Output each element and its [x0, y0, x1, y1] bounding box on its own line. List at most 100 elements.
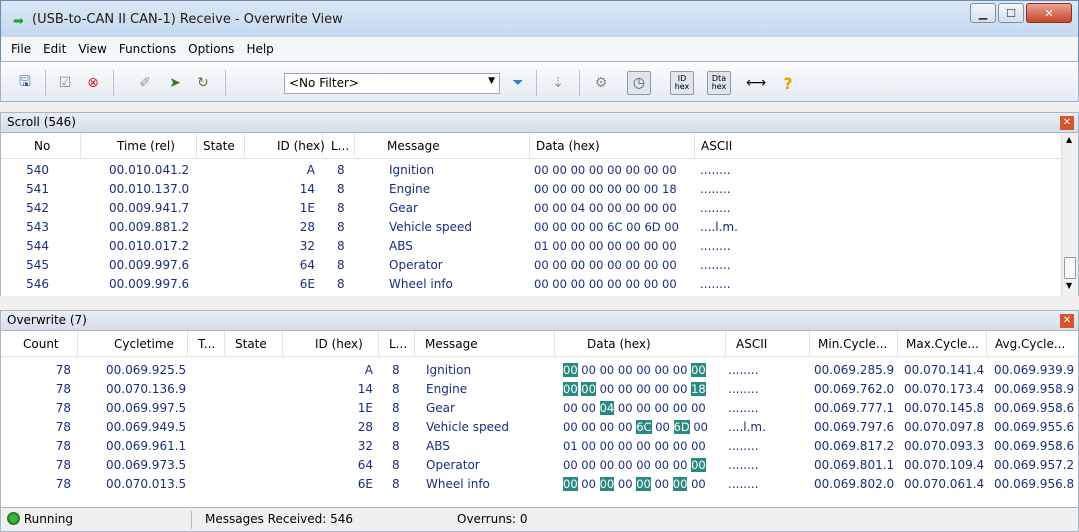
cell-data: 01 00 00 00 00 00 00 00 [563, 437, 706, 456]
checkmark-icon[interactable]: ☑ [53, 71, 77, 95]
cell-time: 00.010.017.2 [109, 239, 190, 253]
scroll-thumb[interactable] [1064, 257, 1076, 279]
cell-len: 8 [392, 420, 400, 434]
table-row[interactable]: 78 00.070.013.5 6E 8 Wheel info........ 00.06… [1, 475, 1078, 494]
cell-len: 8 [337, 258, 345, 272]
table-row[interactable]: 78 00.069.925.5 A 8 Ignition........ 00.069.2… [1, 361, 1078, 380]
col-time[interactable]: Time (rel) [81, 133, 197, 159]
col-ascii[interactable]: ASCII [695, 133, 1061, 159]
col-min-cycle[interactable]: Min.Cycle... [810, 331, 898, 357]
gear-icon[interactable]: ⚙ [589, 71, 613, 95]
table-row[interactable]: 545 00.009.997.6 64 8 Operator 00 00 00 00 00… [1, 256, 1078, 275]
col-avg-cycle[interactable]: Avg.Cycle... [987, 331, 1078, 357]
cell-no: 543 [26, 220, 49, 234]
col-count[interactable]: Count [1, 331, 78, 357]
table-row[interactable]: 78 00.069.973.5 64 8 Operator........ 00.069.… [1, 456, 1078, 475]
clock-icon[interactable]: ◷ [627, 71, 651, 95]
scroll-down-arrow-icon[interactable]: ▼ [1066, 281, 1072, 290]
id-hex-label: ID hex [674, 74, 690, 91]
cell-data: 00 00 00 00 6C 00 6D 00 [563, 418, 708, 437]
col-len[interactable]: L... [379, 331, 415, 357]
col-state[interactable]: State [225, 331, 283, 357]
col-no[interactable]: No [1, 133, 81, 159]
close-panel-icon[interactable]: ✕ [1060, 116, 1074, 130]
table-row[interactable]: 544 00.010.017.2 32 8 ABS 01 00 00 00 00 00 0… [1, 237, 1078, 256]
data-byte: 00 [599, 458, 615, 472]
cell-time: 00.009.997.6 [109, 277, 190, 291]
table-row[interactable]: 541 00.010.137.0 14 8 Engine 00 00 00 00 00 0… [1, 180, 1078, 199]
col-message[interactable]: Message [415, 331, 555, 357]
cell-cycletime: 00.070.013.5 [106, 477, 187, 491]
toolbar-separator [45, 70, 46, 96]
data-byte: 00 [563, 401, 578, 415]
table-row[interactable]: 78 00.069.949.5 28 8 Vehicle speed ....l.m. 00… [1, 418, 1078, 437]
scroll-panel-header: Scroll (546) ✕ [0, 112, 1079, 133]
replay-icon[interactable]: ↻ [191, 71, 215, 95]
save-icon[interactable]: 🖫 [13, 71, 37, 95]
col-t[interactable]: T... [188, 331, 225, 357]
menu-options[interactable]: Options [182, 42, 240, 56]
filter-select[interactable]: <No Filter> ▼ [284, 73, 500, 94]
cell-message: Wheel info [426, 477, 490, 491]
send-icon[interactable]: ➤ [163, 71, 187, 95]
table-row[interactable]: 542 00.009.941.7 1E 8 Gear 00 00 04 00 00 00 … [1, 199, 1078, 218]
menu-view[interactable]: View [72, 42, 112, 56]
menu-edit[interactable]: Edit [37, 42, 72, 56]
table-row[interactable]: 78 00.069.961.1 32 8 ABS........ 00.069.817.2… [1, 437, 1078, 456]
col-id[interactable]: ID (hex) [283, 331, 379, 357]
filter-funnel-icon[interactable]: ⏷ [506, 71, 530, 95]
col-state[interactable]: State [197, 133, 245, 159]
scroll-down-icon[interactable]: ⇣ [546, 71, 570, 95]
cell-data: 00 00 04 00 00 00 00 00 [534, 201, 677, 215]
close-button[interactable]: ✕ [1026, 3, 1072, 23]
col-len[interactable]: L... [323, 133, 355, 159]
table-row[interactable]: 78 00.069.997.5 1E 8 Gear........ 00.069.777.… [1, 399, 1078, 418]
overwrite-table[interactable]: Count Cycletime T... State ID (hex) L...… [0, 331, 1079, 507]
cell-data: 00 00 00 00 00 00 00 18 [534, 182, 677, 196]
table-row[interactable]: 540 00.010.041.2 A 8 Ignition 00 00 00 00 00 … [1, 161, 1078, 180]
data-hex-toggle[interactable]: Dta hex [707, 71, 731, 95]
scroll-up-icon[interactable]: ▲ [1066, 135, 1072, 144]
data-byte: 00 [654, 382, 670, 396]
overwrite-column-header: Count Cycletime T... State ID (hex) L...… [1, 331, 1078, 357]
cell-max-cycle: 00.070.173.4 [904, 382, 985, 396]
data-byte: 6C [636, 420, 652, 434]
close-panel-icon[interactable]: ✕ [1060, 314, 1074, 328]
eraser-icon[interactable]: ✐ [133, 71, 157, 95]
stop-icon[interactable]: ⊗ [81, 71, 105, 95]
scroll-table[interactable]: No Time (rel) State ID (hex) L... Messag… [0, 133, 1079, 296]
menu-file[interactable]: File [5, 42, 37, 56]
cell-message: Vehicle speed [389, 220, 472, 234]
cell-avg-cycle: 00.069.958.6 [994, 439, 1075, 453]
col-cycletime[interactable]: Cycletime [78, 331, 188, 357]
cell-ascii: ....l.m. [700, 220, 738, 234]
col-ascii[interactable]: ASCII [726, 331, 810, 357]
table-row[interactable]: 543 00.009.881.2 28 8 Vehicle speed 00 00 00 … [1, 218, 1078, 237]
menu-functions[interactable]: Functions [113, 42, 182, 56]
col-max-cycle[interactable]: Max.Cycle... [898, 331, 987, 357]
data-byte: 00 [654, 477, 670, 491]
id-hex-toggle[interactable]: ID hex [670, 71, 694, 95]
data-byte: 00 [654, 363, 670, 377]
menu-help[interactable]: Help [240, 42, 279, 56]
overwrite-panel-header: Overwrite (7) ✕ [0, 310, 1079, 331]
cell-id: 32 [299, 239, 315, 253]
cell-min-cycle: 00.069.802.0 [814, 477, 895, 491]
col-data[interactable]: Data (hex) [530, 133, 695, 159]
cell-ascii: ........ [728, 439, 759, 453]
scrollbar[interactable]: ▲ ▼ [1061, 133, 1078, 296]
table-row[interactable]: 78 00.070.136.9 14 8 Engine........ 00.069.76… [1, 380, 1078, 399]
col-message[interactable]: Message [355, 133, 530, 159]
data-byte: 00 [654, 458, 670, 472]
maximize-button[interactable]: ☐ [998, 3, 1024, 23]
minimize-button[interactable]: ▁ [970, 3, 996, 23]
pane-splitter[interactable] [0, 296, 1079, 304]
data-byte: 04 [599, 401, 615, 415]
col-data[interactable]: Data (hex) [555, 331, 726, 357]
table-row[interactable]: 546 00.009.997.6 6E 8 Wheel info 00 00 00 00 … [1, 275, 1078, 294]
cell-ascii: ........ [728, 458, 759, 472]
col-id[interactable]: ID (hex) [245, 133, 325, 159]
help-icon[interactable]: ? [776, 71, 800, 95]
column-width-icon[interactable]: ⟷ [741, 71, 771, 95]
cell-len: 8 [392, 363, 400, 377]
